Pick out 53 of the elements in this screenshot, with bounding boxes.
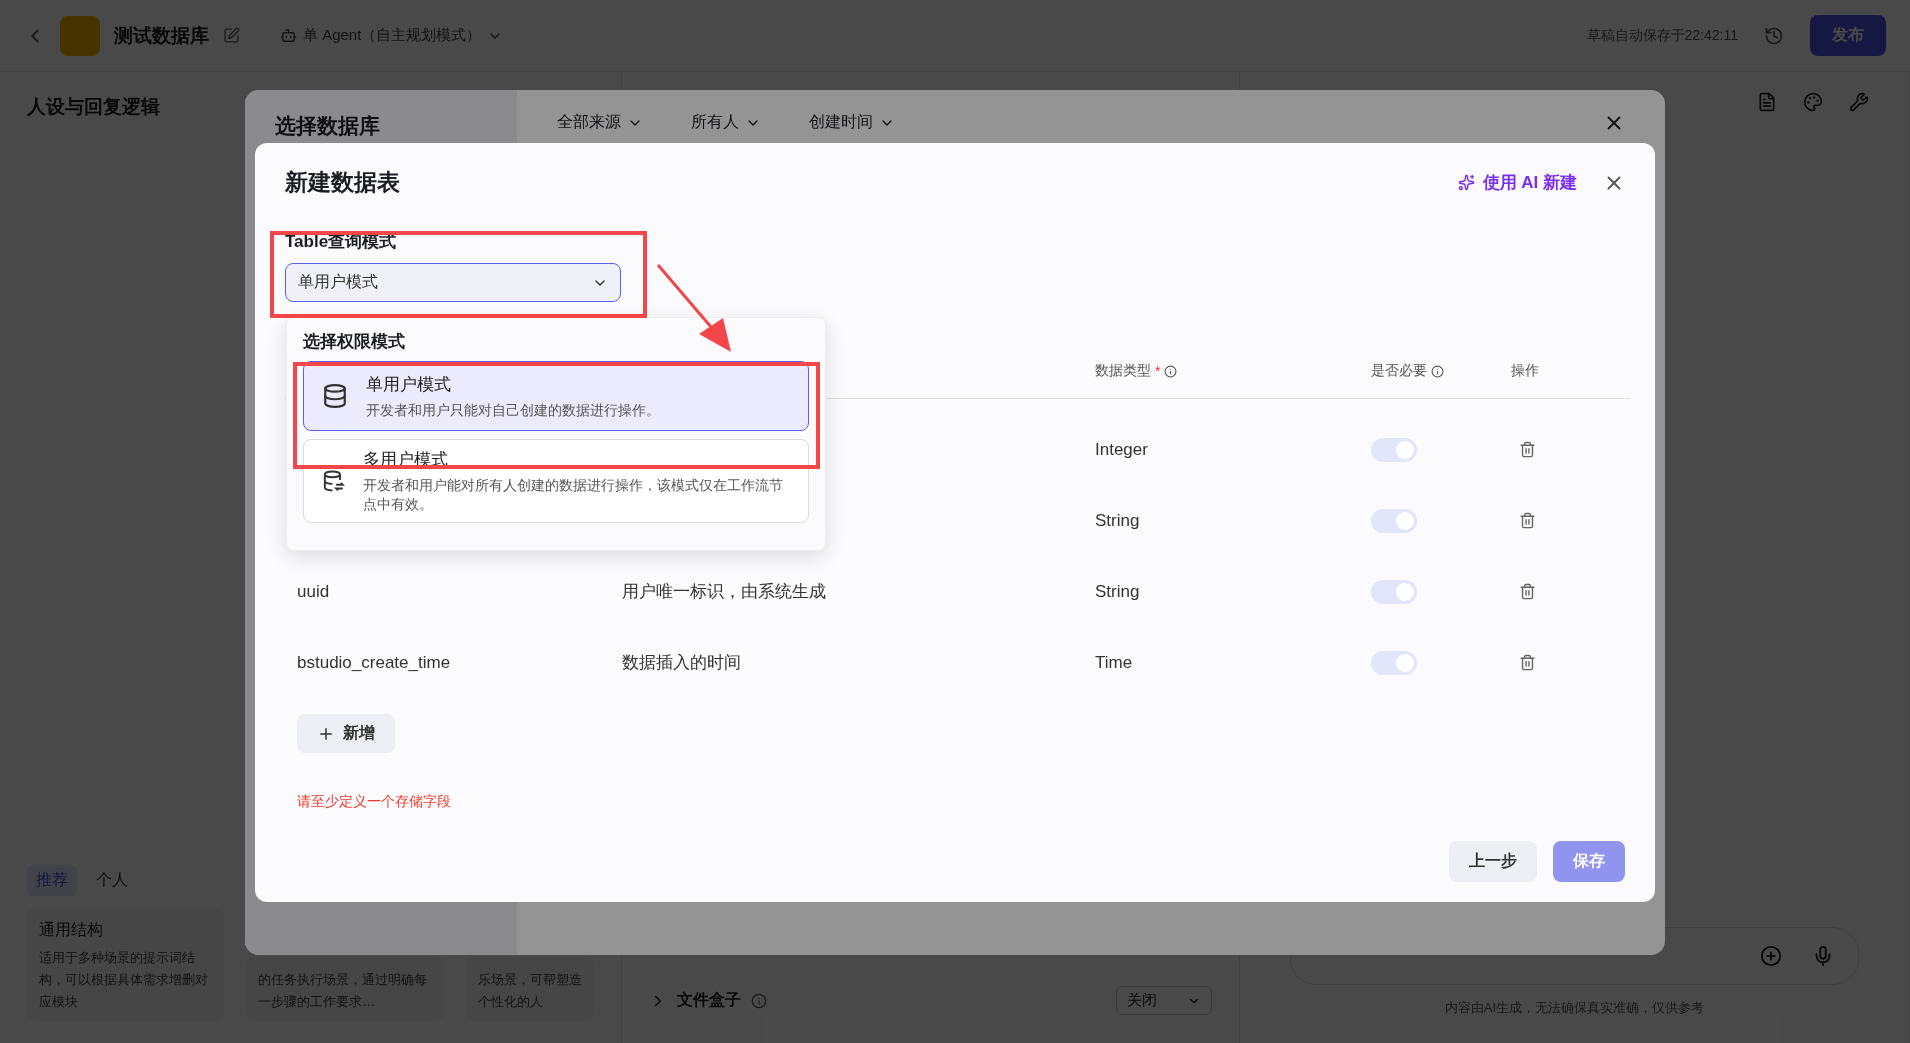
required-mark: *: [1155, 363, 1161, 379]
filter-dropdown[interactable]: 全部来源: [557, 112, 643, 133]
file-box-label: 文件盒子: [677, 990, 741, 1010]
field-type: String: [1095, 509, 1141, 532]
required-toggle[interactable]: [1371, 508, 1417, 533]
required-toggle[interactable]: [1371, 437, 1417, 462]
template-title: 通用结构: [39, 920, 104, 940]
document-icon[interactable]: [1757, 92, 1777, 112]
add-icon[interactable]: [1760, 945, 1782, 967]
palette-icon[interactable]: [1803, 92, 1823, 112]
option-description: 开发者和用户能对所有人创建的数据进行操作，该模式仅在工作流节点中有效。: [362, 476, 784, 514]
dialog-title: 选择数据库: [275, 114, 380, 137]
menu-title: 选择权限模式: [303, 331, 406, 353]
field-name: bstudio_create_time: [296, 651, 452, 674]
bot-icon: [280, 27, 297, 44]
delete-icon[interactable]: [1519, 583, 1536, 600]
info-icon: [751, 992, 767, 1009]
field-type: Time: [1095, 651, 1134, 674]
ai-create-button[interactable]: 使用 AI 新建: [1451, 170, 1583, 195]
mode-option[interactable]: 单用户模式 开发者和用户只能对自己创建的数据进行操作。: [303, 361, 809, 431]
required-toggle[interactable]: [1371, 650, 1417, 675]
required-toggle[interactable]: [1371, 579, 1417, 604]
filter-dropdown[interactable]: 所有人: [691, 112, 761, 133]
database-icon: [322, 383, 348, 409]
section-title: 人设与回复逻辑: [27, 95, 161, 119]
field-type: String: [1095, 580, 1141, 603]
delete-icon[interactable]: [1519, 441, 1536, 458]
field-description: 数据插入的时间: [622, 652, 742, 674]
error-message: 请至少定义一个存储字段: [297, 793, 452, 811]
delete-icon[interactable]: [1519, 654, 1536, 671]
back-button[interactable]: 上一步: [1449, 841, 1537, 882]
app-title: 测试数据库: [114, 23, 209, 48]
add-field-button[interactable]: 新增: [297, 714, 395, 753]
query-mode-select[interactable]: 单用户模式: [285, 263, 621, 302]
database-sync-icon: [322, 468, 345, 494]
column-header: 是否必要: [1371, 362, 1427, 380]
wrench-icon[interactable]: [1849, 92, 1869, 112]
field-name: uuid: [296, 580, 331, 603]
app-logo: [60, 15, 100, 56]
filter-dropdown[interactable]: 创建时间: [809, 112, 895, 133]
column-header: 操作: [1511, 362, 1539, 380]
history-icon[interactable]: [1764, 25, 1784, 46]
column-header: 数据类型: [1095, 362, 1151, 380]
field-type: Integer: [1095, 438, 1149, 461]
dialog-title: 新建数据表: [285, 168, 400, 197]
option-title: 单用户模式: [366, 373, 452, 396]
info-icon: [1431, 364, 1444, 378]
delete-icon[interactable]: [1519, 512, 1536, 529]
field-description: 用户唯一标识，由系统生成: [622, 581, 827, 603]
sparkle-icon: [1457, 174, 1475, 191]
edit-icon[interactable]: [223, 27, 240, 44]
option-description: 开发者和用户只能对自己创建的数据进行操作。: [366, 400, 660, 420]
info-icon: [1164, 364, 1178, 378]
